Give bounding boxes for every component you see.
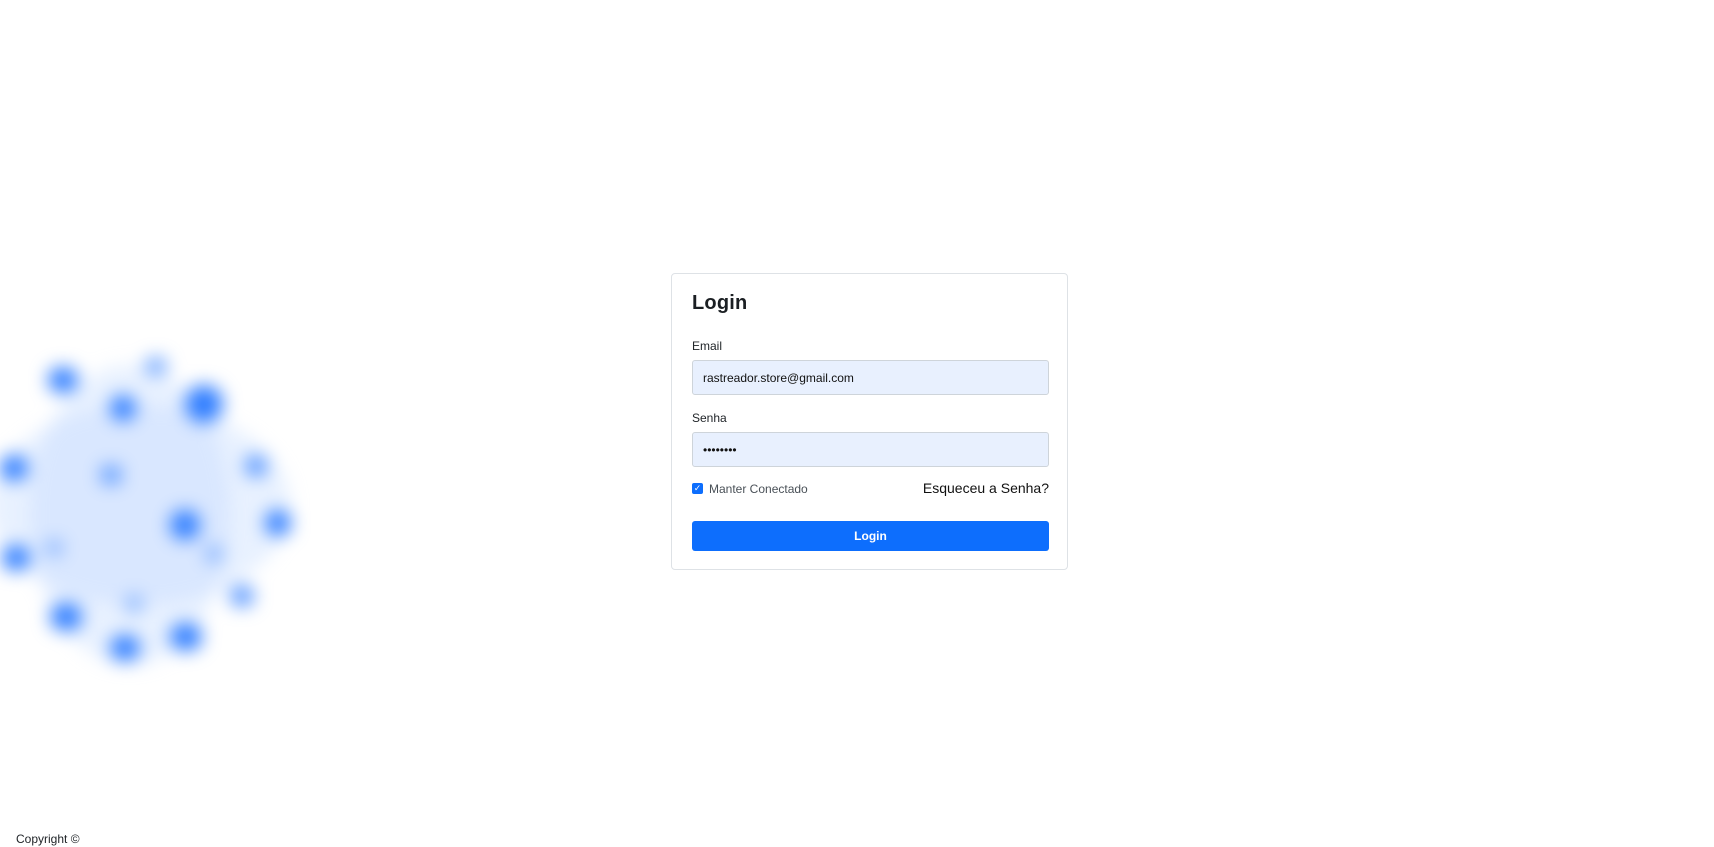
email-label: Email [692,339,723,353]
options-row: ✓ Manter Conectado Esqueceu a Senha? [692,480,1049,497]
login-card: Login Email Senha ✓ Manter Conectado Esq… [671,273,1068,570]
email-input[interactable] [692,360,1049,395]
password-input[interactable] [692,432,1049,467]
login-title: Login [692,292,748,314]
decorative-dot-network [0,345,310,685]
password-label: Senha [692,411,727,425]
remember-checkbox[interactable]: ✓ [692,483,703,494]
forgot-password-link[interactable]: Esqueceu a Senha? [923,480,1049,496]
copyright-text: Copyright © [16,832,80,846]
login-page: Login Email Senha ✓ Manter Conectado Esq… [0,0,1714,847]
login-button[interactable]: Login [692,521,1049,551]
check-icon: ✓ [693,483,702,493]
remember-label[interactable]: Manter Conectado [709,482,808,496]
